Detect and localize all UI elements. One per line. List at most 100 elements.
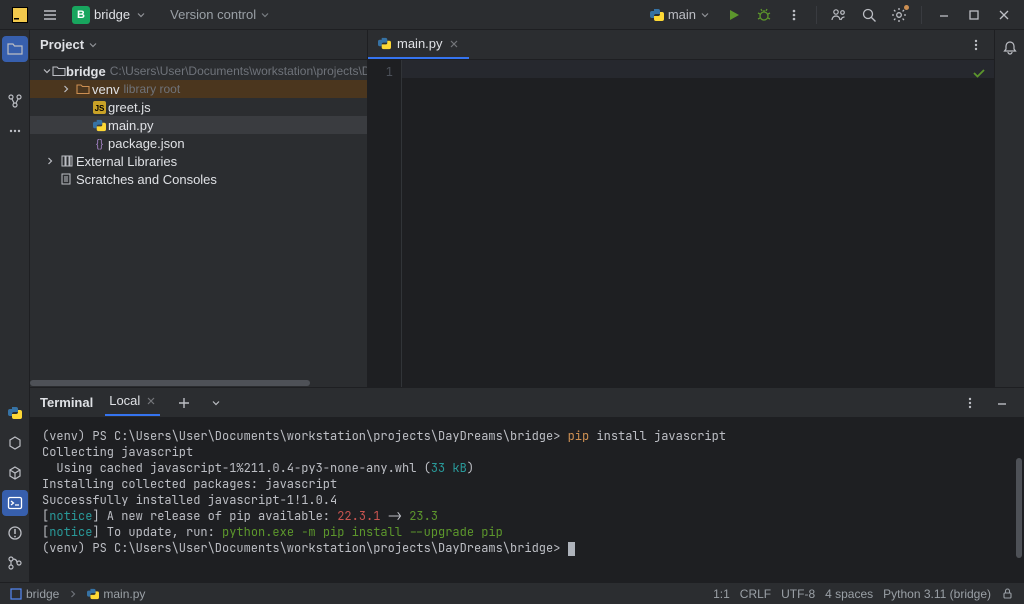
search-everywhere-button[interactable] — [857, 3, 881, 27]
vcs-widget[interactable]: Version control — [156, 3, 276, 27]
terminal-options-button[interactable] — [958, 391, 982, 415]
interpreter-selector[interactable]: Python 3.11 (bridge) — [883, 587, 991, 601]
line-separator[interactable]: CRLF — [740, 587, 771, 601]
indent-settings[interactable]: 4 spaces — [825, 587, 873, 601]
scrollbar-thumb[interactable] — [30, 380, 310, 386]
project-switcher[interactable]: B bridge — [68, 3, 150, 27]
project-panel-header[interactable]: Project — [30, 30, 367, 60]
lock-icon — [1001, 587, 1014, 600]
jetbrains-logo-icon — [12, 7, 28, 23]
new-terminal-button[interactable] — [172, 391, 196, 415]
vcs-tool-button[interactable] — [2, 550, 28, 576]
tree-file-label: greet.js — [108, 100, 151, 115]
chevron-down-icon — [700, 10, 710, 20]
ellipsis-icon — [8, 124, 22, 138]
breadcrumb-file-label: main.py — [103, 587, 145, 601]
run-button[interactable] — [722, 3, 746, 27]
editor-tabs-more-button[interactable] — [964, 33, 988, 57]
main-menu-button[interactable] — [38, 3, 62, 27]
tree-root[interactable]: bridge C:\Users\User\Documents\workstati… — [30, 62, 367, 80]
hide-terminal-button[interactable] — [990, 391, 1014, 415]
terminal-panel: Terminal Local (venv) PS C:\Users\User\D… — [30, 387, 1024, 582]
check-icon — [972, 66, 986, 80]
terminal-cursor — [568, 542, 575, 556]
play-icon — [727, 8, 741, 22]
run-config-selector[interactable]: main — [644, 5, 716, 24]
minimize-icon — [937, 8, 951, 22]
project-tree[interactable]: bridge C:\Users\User\Documents\workstati… — [30, 60, 367, 379]
right-toolbar — [994, 30, 1024, 387]
debug-button[interactable] — [752, 3, 776, 27]
breadcrumb-file[interactable]: main.py — [87, 587, 145, 601]
interpreter-label: Python 3.11 (bridge) — [883, 587, 991, 601]
notifications-button[interactable] — [998, 36, 1022, 60]
maximize-window-button[interactable] — [962, 3, 986, 27]
python-file-icon — [90, 119, 108, 132]
terminal-tab-local[interactable]: Local — [105, 389, 160, 416]
separator — [921, 6, 922, 24]
tree-horizontal-scrollbar[interactable] — [30, 379, 367, 387]
editor-body[interactable]: 1 — [368, 60, 994, 387]
more-tools-button[interactable] — [2, 118, 28, 144]
search-icon — [861, 7, 877, 23]
structure-tool-button[interactable] — [2, 88, 28, 114]
tree-venv-label: venv — [92, 82, 119, 97]
settings-badge — [904, 5, 909, 10]
terminal-body[interactable]: (venv) PS C:\Users\User\Documents\workst… — [30, 418, 1024, 582]
tree-scratches[interactable]: Scratches and Consoles — [30, 170, 367, 188]
project-panel: Project bridge C:\Users\User\Documents\w… — [30, 30, 368, 387]
tree-file-package[interactable]: {} package.json — [30, 134, 367, 152]
settings-button[interactable] — [887, 3, 911, 27]
python-icon — [650, 8, 664, 22]
terminal-line: (venv) PS C:\Users\User\Documents\workst… — [42, 428, 1012, 444]
encoding-label: UTF-8 — [781, 587, 815, 601]
app-logo[interactable] — [8, 3, 32, 27]
python-console-tool-button[interactable] — [2, 400, 28, 426]
expand-toggle[interactable] — [58, 84, 74, 94]
read-only-toggle[interactable] — [1001, 587, 1014, 600]
chevron-right-icon — [45, 156, 55, 166]
code-area[interactable] — [402, 60, 994, 387]
people-icon — [831, 7, 847, 23]
editor-tab-main[interactable]: main.py — [368, 30, 469, 59]
inspection-indicator[interactable] — [972, 66, 986, 80]
run-config-name: main — [668, 7, 696, 22]
problems-tool-button[interactable] — [2, 520, 28, 546]
project-tool-button[interactable] — [2, 36, 28, 62]
terminal-scrollbar[interactable] — [1016, 458, 1022, 558]
close-icon[interactable] — [449, 39, 459, 49]
code-with-me-button[interactable] — [827, 3, 851, 27]
separator — [816, 6, 817, 24]
caret-position-label: 1:1 — [713, 587, 730, 601]
file-encoding[interactable]: UTF-8 — [781, 587, 815, 601]
terminal-line: Using cached javascript-1%211.0.4-py3-no… — [42, 460, 1012, 476]
more-actions-button[interactable] — [782, 3, 806, 27]
expand-toggle[interactable] — [42, 66, 52, 76]
services-tool-button[interactable] — [2, 430, 28, 456]
close-window-button[interactable] — [992, 3, 1016, 27]
line-number: 1 — [368, 64, 393, 80]
statusbar: bridge main.py 1:1 CRLF UTF-8 4 spaces P… — [0, 582, 1024, 604]
terminal-line: Installing collected packages: javascrip… — [42, 476, 1012, 492]
structure-icon — [7, 93, 23, 109]
tree-file-greet[interactable]: JS greet.js — [30, 98, 367, 116]
scratches-icon — [58, 172, 76, 186]
minimize-window-button[interactable] — [932, 3, 956, 27]
python-packages-tool-button[interactable] — [2, 460, 28, 486]
close-icon[interactable] — [146, 396, 156, 406]
caret-position[interactable]: 1:1 — [713, 587, 730, 601]
terminal-tool-button[interactable] — [2, 490, 28, 516]
breadcrumb-container[interactable]: bridge — [10, 587, 59, 601]
project-panel-title: Project — [40, 37, 84, 52]
bug-icon — [757, 8, 771, 22]
services-icon — [7, 435, 23, 451]
tree-external-libs[interactable]: External Libraries — [30, 152, 367, 170]
terminal-title: Terminal — [40, 395, 93, 410]
warning-icon — [7, 525, 23, 541]
tree-venv[interactable]: venv library root — [30, 80, 367, 98]
terminal-dropdown-button[interactable] — [204, 391, 228, 415]
terminal-line: Successfully installed javascript-1!1.0.… — [42, 492, 1012, 508]
expand-toggle[interactable] — [42, 156, 58, 166]
editor-area: main.py 1 — [368, 30, 994, 387]
tree-file-main[interactable]: main.py — [30, 116, 367, 134]
